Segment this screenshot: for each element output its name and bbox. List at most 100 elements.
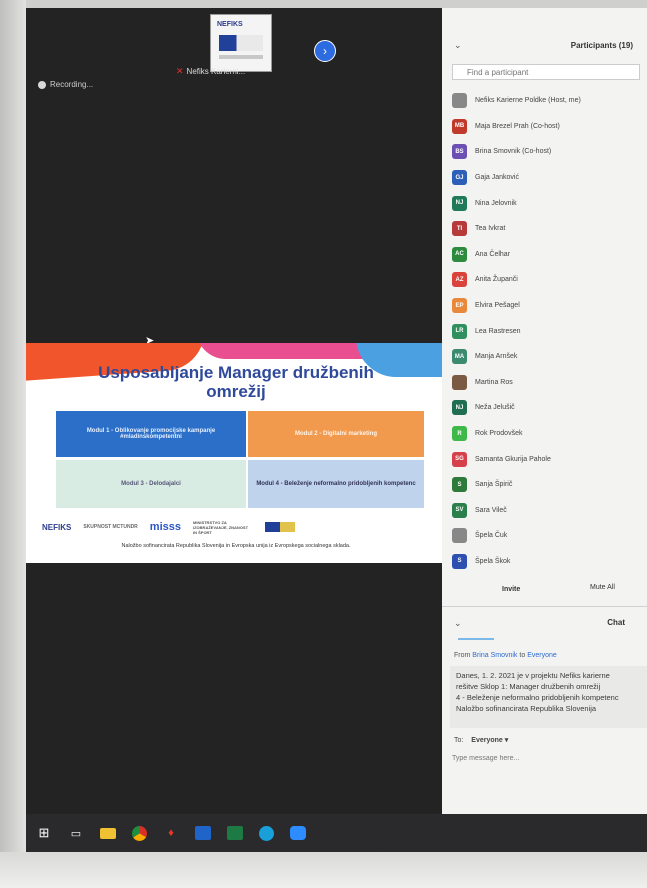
participant-name: Samanta Gkurija Pahole [475,455,551,463]
participant-row[interactable]: MA Manja Arnšek [442,344,647,370]
participant-name: Nina Jelovnik [475,199,517,207]
participants-title: Participants (19) [570,41,633,50]
participant-name: Elvira Pešagel [475,302,520,310]
participant-row[interactable]: BS Brina Smovnik (Co-host) [442,139,647,165]
monitor-screen: NEFIKS ✕ Nefiks Karierni... › Recording..… [26,8,647,852]
participant-row[interactable]: Nefiks Karierne Poldke (Host, me) [442,88,647,114]
participant-row[interactable]: MB Maja Brezel Prah (Co-host) [442,114,647,140]
chat-message: Danes, 1. 2. 2021 je v projektu Nefiks k… [450,666,647,728]
sponsor-ministry-logo: MINISTRSTVO ZA IZOBRAŽEVANJE, ZNANOST IN… [193,519,249,535]
slide-module-1: Modul 1 - Oblikovanje promocijske kampan… [56,411,246,457]
participant-name: Gaja Janković [475,174,519,182]
slide-footer: Naložbo sofinancirata Republika Slovenij… [121,543,351,549]
participant-name: Anita Županči [475,276,518,284]
self-video-thumbnail[interactable]: NEFIKS [210,14,272,72]
avatar: AZ [452,272,467,288]
participant-name: Martina Ros [475,378,513,386]
slide-module-2: Modul 2 - Digitalni marketing [248,411,424,457]
participants-header: ⌄ Participants (19) [442,38,647,58]
avatar: MB [452,118,467,134]
panel-divider [442,606,647,607]
avatar: NJ [452,400,467,416]
chat-message-line: rešitve Sklop 1: Manager družbenih omrež… [456,682,601,691]
chat-scroll-indicator [458,638,494,640]
recording-label: Recording... [50,80,94,89]
participant-row[interactable]: LR Lea Rastresen [442,318,647,344]
meeting-side-panel: ⌄ Participants (19) ⌕ Nefiks Karierne Po… [442,8,647,814]
avatar: SG [452,451,467,467]
participant-row[interactable]: Martina Ros [442,370,647,396]
sponsor-nefiks-logo: NEFIKS [42,522,72,532]
acrobat-icon[interactable]: ♦ [163,826,179,840]
participant-name: Rok Prodovšek [475,430,523,438]
recording-indicator: Recording... [38,80,93,89]
avatar: LR [452,323,467,339]
participant-row[interactable]: TI Tea Ivkrat [442,216,647,242]
participant-row[interactable]: NJ Nina Jelovnik [442,190,647,216]
file-explorer-icon[interactable] [100,827,116,839]
self-name-label: Nefiks Karierni... [186,67,246,76]
participant-row[interactable]: AZ Anita Županči [442,267,647,293]
excel-icon[interactable] [227,826,243,840]
avatar: BS [452,144,467,160]
participant-row[interactable]: SG Samanta Gkurija Pahole [442,446,647,472]
monitor-bezel-left [0,0,26,888]
find-participant-input[interactable] [452,64,640,80]
participant-row[interactable]: GJ Gaja Janković [442,165,647,191]
zoom-icon[interactable] [290,826,306,840]
mic-muted-icon: ✕ [176,66,184,76]
monitor-bezel-bottom [0,852,647,888]
chat-from-prefix: From [454,652,471,659]
participant-name: Maja Brezel Prah (Co-host) [475,122,560,130]
avatar [452,93,467,109]
participant-row[interactable]: S Špela Škok [442,549,647,575]
participant-name: Ana Čelhar [475,250,511,258]
participant-name: Tea Ivkrat [475,225,506,233]
participant-name: Neža Jelušič [475,404,515,412]
nefiks-logo: NEFIKS [217,21,243,28]
avatar: GJ [452,170,467,186]
outlook-icon[interactable] [195,826,211,840]
participant-name: Sanja Špirič [475,481,513,489]
edge-icon[interactable] [259,825,274,841]
next-page-icon[interactable]: › [314,40,336,62]
participant-row[interactable]: R Rok Prodovšek [442,421,647,447]
avatar: NJ [452,195,467,211]
participant-row[interactable]: SV Sara Vileč [442,498,647,524]
participant-row[interactable]: AC Ana Čelhar [442,242,647,268]
record-icon [38,80,46,89]
participant-name: Špela Škok [475,557,511,565]
thumbnail-divider [219,55,263,59]
participant-name: Špela Čuk [475,532,508,540]
participant-name: Manja Arnšek [475,353,518,361]
mute-all-button[interactable]: Mute All [590,584,615,591]
slide-module-4: Modul 4 - Beleženje neformalno pridoblje… [248,460,424,508]
chat-message-input[interactable] [452,750,642,766]
task-view-icon[interactable]: ▭ [68,826,84,840]
avatar: EP [452,298,467,314]
chevron-down-icon[interactable]: ⌄ [454,40,462,51]
self-video-name: ✕ Nefiks Karierni... [176,66,245,77]
eu-flag-icon [219,35,263,51]
invite-button[interactable]: Invite [502,586,520,593]
avatar: AC [452,246,467,262]
avatar: TI [452,221,467,237]
participant-row[interactable]: Špela Čuk [442,523,647,549]
windows-start-icon[interactable]: ⊞ [36,825,52,840]
chat-recipient-dropdown[interactable]: Everyone ▾ [471,737,508,744]
chrome-icon[interactable] [132,825,147,841]
avatar: R [452,426,467,442]
participant-list: Nefiks Karierne Poldke (Host, me) MB Maja … [442,88,647,574]
participant-row[interactable]: EP Elvira Pešagel [442,293,647,319]
slide-module-3: Modul 3 - Delodajalci [56,460,246,508]
windows-taskbar: ⊞ ▭ ♦ [26,814,647,852]
participant-row[interactable]: NJ Neža Jelušič [442,395,647,421]
chat-recipient-row: To: Everyone ▾ [454,736,508,744]
avatar: MA [452,349,467,365]
participant-name: Brina Smovnik (Co-host) [475,148,552,156]
chat-title: Chat [607,618,625,627]
participant-row[interactable]: S Sanja Špirič [442,472,647,498]
participant-name: Nefiks Karierne Poldke (Host, me) [475,97,581,105]
participant-name: Sara Vileč [475,506,507,514]
chat-sender-line: From Brina Smovnik to Everyone [454,652,557,659]
